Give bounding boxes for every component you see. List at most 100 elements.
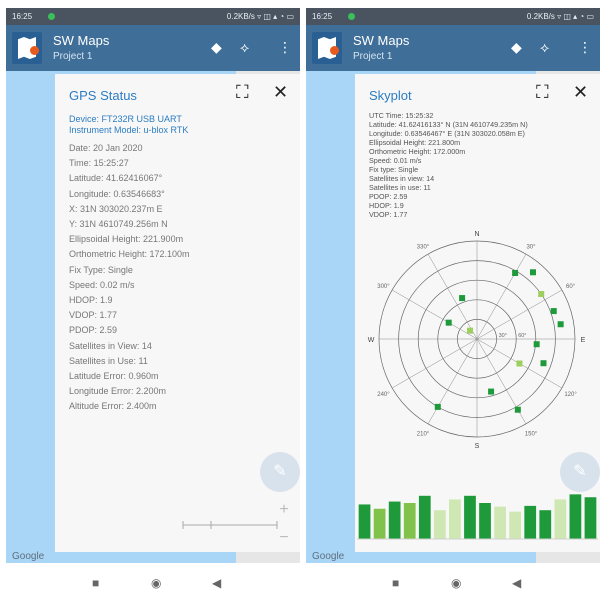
satellite-marker	[445, 319, 452, 326]
elevation-label: 30°	[499, 333, 507, 339]
elevation-label: 60°	[518, 333, 526, 339]
layers-icon[interactable]: ◆	[211, 39, 222, 56]
back-nav-icon[interactable]: ◀	[212, 576, 221, 590]
project-name: Project 1	[353, 51, 393, 62]
android-nav-bar: ■ ◉ ◀	[6, 568, 300, 601]
edit-fab[interactable]: ✎	[260, 452, 300, 492]
gps-info-line: Longitude: 0.63546683°	[69, 188, 165, 199]
skyplot-info-line: VDOP: 1.77	[369, 210, 408, 219]
satellite-marker	[533, 341, 540, 348]
satellite-marker	[550, 308, 557, 315]
edit-fab[interactable]: ✎	[560, 452, 600, 492]
satellite-marker	[557, 321, 564, 328]
signal-bar	[569, 494, 582, 539]
gps-info-line: Ellipsoidal Height: 221.900m	[69, 234, 184, 245]
pin-dot-icon	[330, 46, 339, 55]
app-bar: SW Maps Project 1 ◆ ⟡ ⋮	[306, 25, 600, 71]
gps-info-line: Satellites in Use: 11	[69, 355, 148, 366]
device-info: Device: FT232R USB UART Instrument Model:…	[69, 114, 279, 136]
gps-info-line: Satellites in View: 14	[69, 340, 152, 351]
signal-bar	[584, 497, 597, 539]
app-logo-icon[interactable]	[12, 32, 42, 64]
azimuth-label: 30°	[526, 244, 536, 250]
signal-bar	[433, 510, 446, 539]
gps-info-line: Speed: 0.02 m/s	[69, 279, 135, 290]
fullscreen-icon[interactable]: ⛶	[536, 82, 549, 103]
skyplot-spoke	[427, 254, 478, 340]
scale-bar-graphic	[182, 521, 278, 529]
status-bar: 16:25 0.2KB/s ▿ ◫ ▴ ◔ ▭	[6, 8, 300, 25]
layers-icon[interactable]: ◆	[511, 39, 522, 56]
gps-info-line: Orthometric Height: 172.100m	[69, 249, 190, 260]
signal-bar	[509, 511, 522, 539]
device-line: Device: FT232R USB UART	[69, 114, 182, 124]
android-nav-bar: ■ ◉ ◀	[306, 568, 600, 601]
signal-bar	[403, 503, 416, 539]
fullscreen-icon[interactable]: ⛶	[236, 82, 249, 103]
gps-info-line: PDOP: 2.59	[69, 325, 118, 336]
notification-dot-icon	[48, 13, 55, 20]
gps-info-line: Fix Type: Single	[69, 264, 133, 275]
gps-info-line: Time: 15:25:27	[69, 158, 129, 169]
azimuth-label: 150°	[525, 432, 538, 438]
square-nav-icon[interactable]: ■	[92, 576, 99, 590]
satellite-marker	[514, 406, 521, 413]
gps-info-line: Date: 20 Jan 2020	[69, 143, 143, 153]
cardinal-label: S	[475, 443, 480, 450]
circle-nav-icon[interactable]: ◉	[451, 576, 461, 590]
satellite-marker	[529, 269, 536, 276]
signal-bar	[524, 505, 537, 539]
more-vert-icon[interactable]: ⋮	[278, 39, 292, 56]
skyplot-info-line: Satellites in use: 11	[369, 183, 431, 192]
satellite-marker	[516, 360, 523, 367]
zoom-out-icon[interactable]: −	[272, 529, 296, 547]
gnss-icon[interactable]: ⟡	[540, 39, 549, 56]
gps-info-line: Y: 31N 4610749.256m N	[69, 219, 168, 230]
circle-nav-icon[interactable]: ◉	[151, 576, 161, 590]
zoom-in-icon[interactable]: +	[272, 501, 296, 519]
gps-info-line: HDOP: 1.9	[69, 295, 113, 306]
gps-info-line: Latitude Error: 0.960m	[69, 371, 159, 382]
signal-bar	[388, 501, 401, 539]
gnss-icon[interactable]: ⟡	[240, 39, 249, 56]
map-scale-bar	[181, 517, 281, 535]
skyplot-info-line: Speed: 0.01 m/s	[369, 156, 422, 165]
close-icon[interactable]: ✕	[573, 82, 588, 103]
signal-bar	[479, 503, 491, 539]
more-vert-icon[interactable]: ⋮	[578, 39, 592, 56]
app-logo-icon[interactable]	[312, 32, 342, 64]
skyplot-spoke	[427, 338, 478, 424]
gps-info-line: Longitude Error: 2.200m	[69, 386, 167, 397]
pin-dot-icon	[30, 46, 39, 55]
screenshot-top-band	[0, 0, 600, 8]
satellite-marker	[512, 269, 519, 276]
google-attribution: Google	[312, 551, 345, 562]
square-nav-icon[interactable]: ■	[392, 576, 399, 590]
status-indicators: 0.2KB/s ▿ ◫ ▴ ◔ ▭	[526, 12, 594, 21]
status-bar: 16:25 0.2KB/s ▿ ◫ ▴ ◔ ▭	[306, 8, 600, 25]
gps-info-list: Device: FT232R USB UART Instrument Model:…	[69, 114, 279, 415]
gps-info-line: Latitude: 41.62416067°	[69, 173, 163, 184]
signal-bar	[373, 508, 386, 539]
close-icon[interactable]: ✕	[273, 82, 288, 103]
skyplot-info-line: Ellipsoidal Height: 221.800m	[369, 138, 461, 147]
cardinal-label: W	[368, 337, 375, 344]
satellite-marker	[459, 295, 466, 302]
satellite-marker	[488, 388, 495, 395]
app-title: SW Maps	[353, 33, 410, 48]
status-time: 16:25	[12, 12, 33, 21]
status-indicators: 0.2KB/s ▿ ◫ ▴ ◔ ▭	[226, 12, 294, 21]
signal-bar	[449, 499, 461, 539]
azimuth-label: 120°	[564, 392, 577, 398]
satellite-marker	[434, 403, 441, 410]
azimuth-label: 240°	[377, 392, 390, 398]
azimuth-label: 210°	[417, 432, 430, 438]
panel-title: GPS Status	[69, 88, 137, 103]
satellite-marker	[538, 291, 545, 298]
back-nav-icon[interactable]: ◀	[512, 576, 521, 590]
signal-bar	[554, 499, 567, 539]
skyplot-spoke	[476, 254, 527, 340]
skyplot-spoke	[392, 338, 478, 389]
skyplot-info-line: Longitude: 0.63546467° E (31N 303020.058…	[369, 129, 525, 138]
panel-title: Skyplot	[369, 88, 412, 103]
